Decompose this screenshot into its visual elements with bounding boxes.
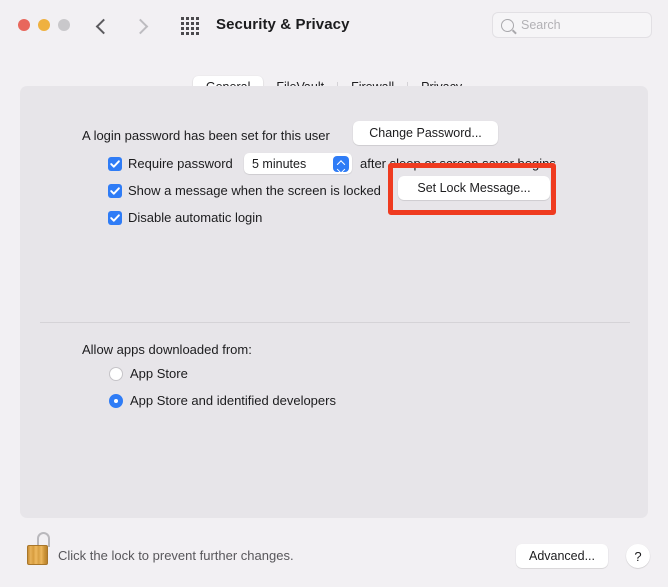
back-button[interactable]: [90, 14, 114, 38]
radio-app-store-and-identified-developers[interactable]: [109, 394, 123, 408]
unlocked-padlock-icon[interactable]: [26, 532, 54, 566]
close-window-button[interactable]: [18, 19, 30, 31]
allow-apps-heading: Allow apps downloaded from:: [82, 342, 252, 357]
checkmark-icon: [110, 160, 120, 168]
grid-dot: [181, 22, 184, 25]
show-all-preferences-grid-icon[interactable]: [178, 14, 202, 38]
chevron-left-icon: [95, 18, 112, 34]
grid-dot: [186, 27, 189, 30]
grid-dot: [186, 22, 189, 25]
stepper-arrows-icon[interactable]: [333, 155, 349, 172]
radio-app-store-label: App Store: [130, 366, 188, 381]
require-password-suffix-label: after sleep or screen saver begins: [360, 156, 556, 171]
section-divider: [40, 322, 630, 323]
general-settings-panel: A login password has been set for this u…: [20, 86, 648, 518]
window-titlebar: Security & Privacy Search: [0, 0, 668, 52]
disable-automatic-login-checkbox[interactable]: [108, 211, 122, 225]
grid-dot: [196, 22, 199, 25]
grid-dot: [186, 17, 189, 20]
advanced-button[interactable]: Advanced...: [516, 544, 608, 568]
grid-dot: [196, 27, 199, 30]
disable-automatic-login-label: Disable automatic login: [128, 210, 263, 225]
grid-dot: [191, 17, 194, 20]
require-password-delay-popup[interactable]: 5 minutes: [244, 153, 352, 174]
grid-dot: [181, 32, 184, 35]
grid-dot: [191, 22, 194, 25]
login-password-status-label: A login password has been set for this u…: [82, 128, 330, 143]
require-password-checkbox[interactable]: [108, 157, 122, 171]
search-input[interactable]: Search: [492, 12, 652, 38]
grid-dot: [186, 32, 189, 35]
forward-button[interactable]: [130, 14, 154, 38]
search-placeholder: Search: [521, 18, 561, 32]
grid-dot: [181, 17, 184, 20]
search-icon: [501, 18, 514, 32]
require-password-label: Require password: [128, 156, 233, 171]
require-password-delay-value: 5 minutes: [252, 156, 307, 171]
grid-dot: [196, 17, 199, 20]
padlock-body: [27, 545, 48, 565]
grid-dot: [181, 27, 184, 30]
chevron-right-icon: [132, 18, 149, 34]
chevron-down-icon: [338, 165, 344, 168]
page-title: Security & Privacy: [216, 16, 350, 33]
change-password-button[interactable]: Change Password...: [353, 121, 498, 145]
radio-app-store[interactable]: [109, 367, 123, 381]
radio-app-store-and-identified-developers-label: App Store and identified developers: [130, 393, 336, 408]
minimize-window-button[interactable]: [38, 19, 50, 31]
zoom-window-button[interactable]: [58, 19, 70, 31]
chevron-up-icon: [338, 160, 344, 163]
lock-hint-label: Click the lock to prevent further change…: [58, 548, 294, 563]
set-lock-message-button[interactable]: Set Lock Message...: [398, 176, 550, 200]
help-button[interactable]: ?: [626, 544, 650, 568]
show-lock-message-checkbox[interactable]: [108, 184, 122, 198]
checkmark-icon: [110, 187, 120, 195]
grid-dot: [191, 32, 194, 35]
show-lock-message-label: Show a message when the screen is locked: [128, 183, 381, 198]
checkmark-icon: [110, 214, 120, 222]
grid-dot: [191, 27, 194, 30]
traffic-light-group: [18, 19, 70, 31]
grid-dot: [196, 32, 199, 35]
